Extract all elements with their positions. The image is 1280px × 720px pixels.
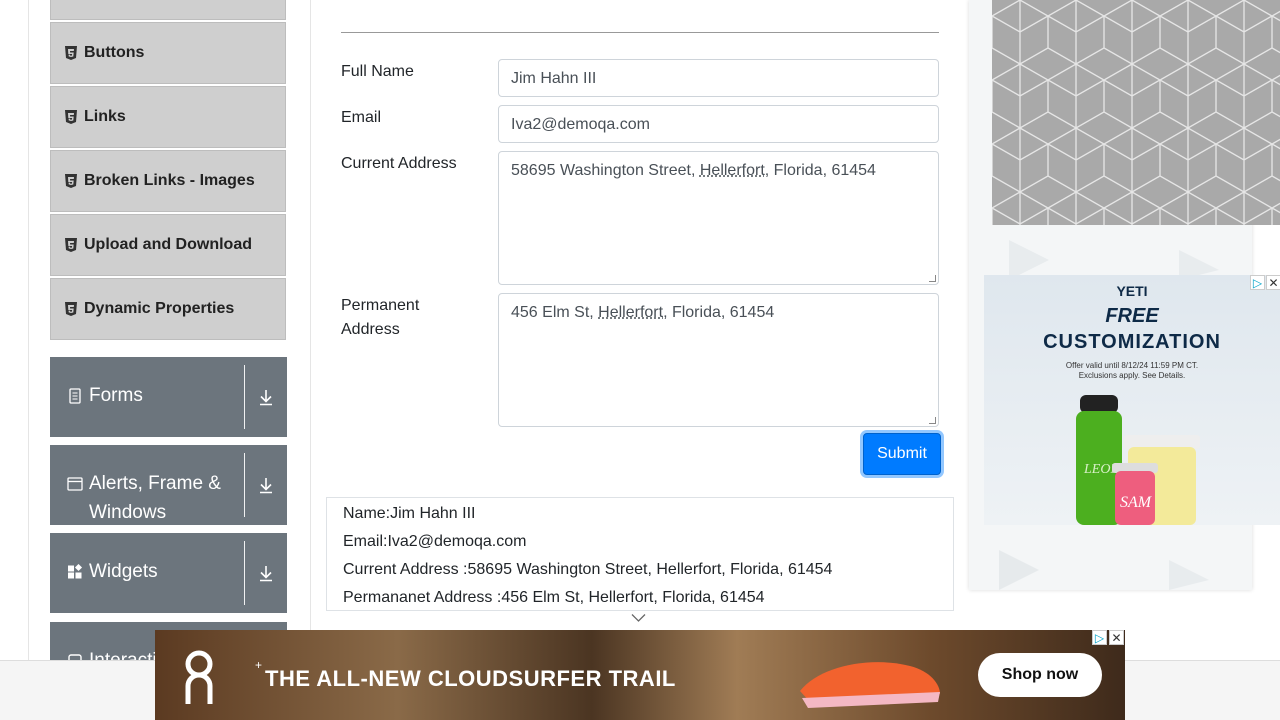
ad-fine-print-1: Offer valid until 8/12/24 11:59 PM CT. <box>984 361 1280 370</box>
full-name-value: Jim Hahn III <box>511 70 596 87</box>
tumbler-products-image: LEON SAM <box>984 385 1280 525</box>
download-arrow-icon <box>258 388 274 406</box>
email-value: Iva2@demoqa.com <box>511 116 650 133</box>
sidebar-group-widgets[interactable]: Widgets <box>50 533 287 613</box>
form-top-divider <box>341 32 939 33</box>
download-arrow-icon <box>258 564 274 582</box>
output-permanent-address: Permananet Address :456 Elm St, Hellerfo… <box>343 584 937 612</box>
sidebar-group-label: Forms <box>89 381 143 410</box>
permanent-address-city: Hellerfort <box>598 304 663 321</box>
current-address-city: Hellerfort <box>700 162 765 179</box>
email-input[interactable]: Iva2@demoqa.com <box>498 105 939 143</box>
permanent-address-text-end: , Florida, 61454 <box>663 304 774 321</box>
sidebar-item-label: Links <box>84 108 126 126</box>
sidebar-item-partial[interactable] <box>50 0 286 20</box>
left-divider <box>28 0 29 660</box>
output-current-address: Current Address :58695 Washington Street… <box>343 556 937 584</box>
document-icon <box>67 388 83 404</box>
sidebar-group-label: Alerts, Frame & Windows <box>89 469 239 527</box>
sidebar-item-label: Broken Links - Images <box>84 172 255 190</box>
output-name: Name:Jim Hahn III <box>343 500 937 528</box>
cloudsurfer-ad[interactable]: ▷ ✕ + THE ALL-NEW CLOUDSURFER TRAIL Shop… <box>155 630 1125 720</box>
sidebar-group-forms[interactable]: Forms <box>50 357 287 437</box>
permanent-address-text: 456 Elm St, <box>511 304 598 321</box>
plus-icon: + <box>255 658 262 672</box>
hexagon-pattern <box>992 0 1280 225</box>
ad-fine-print-2: Exclusions apply. See Details. <box>984 371 1280 380</box>
sidebar-item-dynamic-properties[interactable]: Dynamic Properties <box>50 278 286 340</box>
full-name-input[interactable]: Jim Hahn III <box>498 59 939 97</box>
ad-headline: THE ALL-NEW CLOUDSURFER TRAIL <box>265 666 676 692</box>
sidebar-item-links[interactable]: Links <box>50 86 286 148</box>
output-email: Email:Iva2@demoqa.com <box>343 528 937 556</box>
yeti-ad[interactable]: ▷ ✕ YETI FREE CUSTOMIZATION Offer valid … <box>984 275 1280 525</box>
shoe-image <box>790 636 950 716</box>
on-logo-icon <box>179 646 219 706</box>
shop-now-button[interactable]: Shop now <box>978 653 1102 697</box>
divider <box>244 541 245 605</box>
sidebar-item-label: Upload and Download <box>84 236 252 254</box>
sidebar-group-alerts[interactable]: Alerts, Frame & Windows <box>50 445 287 525</box>
divider <box>244 365 245 429</box>
download-arrow-icon <box>258 476 274 494</box>
expand-button[interactable] <box>245 357 287 437</box>
ad-headline-2: CUSTOMIZATION <box>984 331 1280 354</box>
main-divider <box>310 0 311 660</box>
divider <box>244 453 245 517</box>
expand-button[interactable] <box>245 533 287 613</box>
html5-icon <box>65 46 77 60</box>
ad-headline-1: FREE <box>984 305 1280 328</box>
current-address-text-end: , Florida, 61454 <box>765 162 876 179</box>
hexagon-pattern-ad[interactable] <box>992 0 1280 225</box>
html5-icon <box>65 302 77 316</box>
email-label: Email <box>341 106 381 130</box>
ad-choices-icon[interactable]: ▷ <box>1092 630 1107 645</box>
expand-button[interactable] <box>245 445 287 525</box>
sidebar-group-label: Widgets <box>89 557 158 586</box>
chevron-down-icon[interactable] <box>631 613 646 623</box>
sidebar-item-upload-download[interactable]: Upload and Download <box>50 214 286 276</box>
current-address-label: Current Address <box>341 152 457 176</box>
ad-brand: YETI <box>984 283 1280 299</box>
permanent-address-textarea[interactable]: 456 Elm St, Hellerfort, Florida, 61454 <box>498 293 939 427</box>
current-address-text: 58695 Washington Street, <box>511 162 700 179</box>
html5-icon <box>65 238 77 252</box>
full-name-label: Full Name <box>341 60 414 84</box>
close-ad-icon[interactable]: ✕ <box>1109 630 1124 645</box>
sidebar-item-broken-links[interactable]: Broken Links - Images <box>50 150 286 212</box>
permanent-address-label: Permanent Address <box>341 294 461 342</box>
sidebar-item-label: Buttons <box>84 44 144 62</box>
window-icon <box>67 476 83 492</box>
resize-handle[interactable] <box>929 417 936 424</box>
resize-handle[interactable] <box>929 275 936 282</box>
output-box: Name:Jim Hahn III Email:Iva2@demoqa.com … <box>326 497 954 611</box>
sidebar-item-label: Dynamic Properties <box>84 300 234 318</box>
widgets-icon <box>67 564 83 580</box>
html5-icon <box>65 174 77 188</box>
svg-text:SAM: SAM <box>1120 494 1153 511</box>
current-address-textarea[interactable]: 58695 Washington Street, Hellerfort, Flo… <box>498 151 939 285</box>
sidebar-item-buttons[interactable]: Buttons <box>50 22 286 84</box>
submit-button[interactable]: Submit <box>863 433 941 475</box>
html5-icon <box>65 110 77 124</box>
